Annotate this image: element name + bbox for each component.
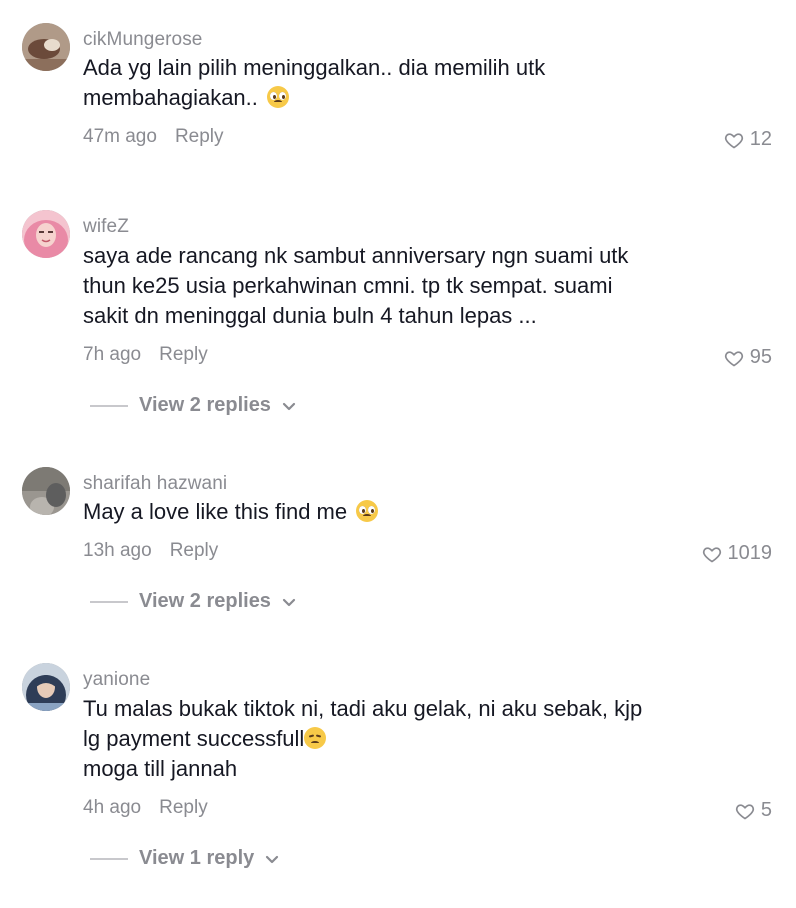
avatar-image <box>22 663 70 711</box>
comment-line: Tu malas bukak tiktok ni, tadi aku gelak… <box>83 696 643 721</box>
reply-button[interactable]: Reply <box>159 797 208 819</box>
comment-line: membahagiakan.. <box>83 83 683 113</box>
comment-text: saya ade rancang nk sambut anniversary n… <box>83 241 683 331</box>
comment-line: moga till jannah <box>83 756 238 781</box>
reply-button[interactable]: Reply <box>170 540 219 562</box>
comment-username[interactable]: sharifah hazwani <box>83 473 227 495</box>
comment-line: thun ke25 usia perkahwinan cmni. tp tk s… <box>83 273 613 298</box>
avatar[interactable] <box>22 663 70 711</box>
like-button[interactable]: 5 <box>735 799 772 822</box>
comment-username[interactable]: wifeZ <box>83 216 129 238</box>
comment-meta: 13h ago Reply <box>83 540 218 562</box>
avatar[interactable] <box>22 467 70 515</box>
comment-line-text: membahagiakan.. <box>83 85 264 110</box>
comment-text: Ada yg lain pilih meninggalkan.. dia mem… <box>83 53 683 113</box>
reply-button[interactable]: Reply <box>175 126 224 148</box>
like-count: 95 <box>749 346 772 368</box>
view-replies-button[interactable]: View 1 reply <box>90 847 280 870</box>
comment-line: sakit dn meninggal dunia buln 4 tahun le… <box>83 303 537 328</box>
comment-text: Tu malas bukak tiktok ni, tadi aku gelak… <box>83 694 683 784</box>
comment-timestamp: 7h ago <box>83 344 142 365</box>
reply-button[interactable]: Reply <box>159 344 208 366</box>
heart-outline-icon <box>735 803 754 819</box>
avatar-image <box>22 210 70 258</box>
pleading-face-icon <box>267 86 289 108</box>
avatar[interactable] <box>22 23 70 71</box>
like-button[interactable]: 12 <box>724 128 772 151</box>
disappointed-face-icon <box>304 727 327 749</box>
avatar-image <box>22 467 70 515</box>
like-count: 5 <box>760 799 772 821</box>
avatar[interactable] <box>22 210 70 258</box>
comment-timestamp: 4h ago <box>83 797 142 818</box>
view-replies-button[interactable]: View 2 replies <box>90 394 297 417</box>
comment-line: Ada yg lain pilih meninggalkan.. dia mem… <box>83 55 546 80</box>
like-count: 1019 <box>727 542 773 564</box>
comment-line: saya ade rancang nk sambut anniversary n… <box>83 243 629 268</box>
replies-divider <box>90 857 128 860</box>
comment-timestamp: 47m ago <box>83 126 157 147</box>
comment-meta: 47m ago Reply <box>83 126 224 148</box>
like-count: 12 <box>749 128 772 150</box>
comment-line: lg payment successfull <box>83 724 683 754</box>
comment-timestamp: 13h ago <box>83 540 152 561</box>
replies-divider <box>90 600 128 603</box>
heart-outline-icon <box>724 350 743 366</box>
avatar-image <box>22 23 70 71</box>
pleading-face-icon <box>356 500 379 522</box>
replies-divider <box>90 404 128 407</box>
comment-text: May a love like this find me <box>83 497 683 527</box>
view-replies-label: View 1 reply <box>139 847 255 869</box>
comment-username[interactable]: cikMungerose <box>83 29 202 51</box>
comment-meta: 7h ago Reply <box>83 344 208 366</box>
chevron-down-icon <box>282 598 296 606</box>
comment-line-text: lg payment successfull <box>83 726 305 751</box>
heart-outline-icon <box>724 132 743 148</box>
like-button[interactable]: 1019 <box>702 542 773 565</box>
comment-line: May a love like this find me <box>83 497 683 527</box>
heart-outline-icon <box>702 546 721 562</box>
chevron-down-icon <box>266 855 279 863</box>
view-replies-label: View 2 replies <box>139 590 271 612</box>
chevron-down-icon <box>282 402 296 410</box>
like-button[interactable]: 95 <box>724 346 772 369</box>
view-replies-button[interactable]: View 2 replies <box>90 590 297 613</box>
comment-username[interactable]: yanione <box>83 669 150 691</box>
comment-line-text: May a love like this find me <box>83 499 354 524</box>
view-replies-label: View 2 replies <box>139 394 271 416</box>
comment-meta: 4h ago Reply <box>83 797 208 819</box>
